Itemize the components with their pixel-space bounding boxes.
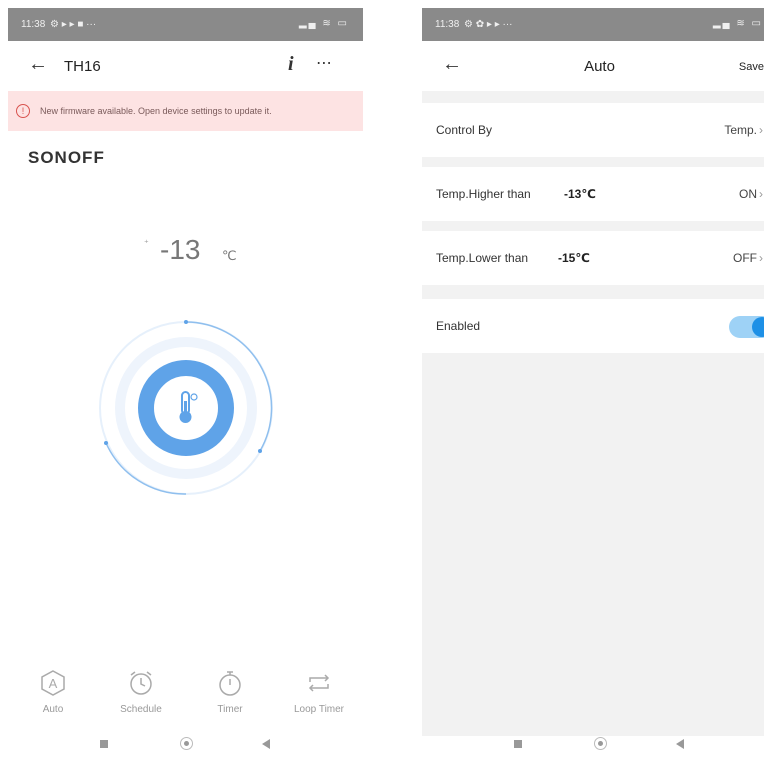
temp-higher-row[interactable]: Temp.Higher than -13℃ ON › xyxy=(422,167,764,221)
app-bar: ← Auto Save xyxy=(422,41,764,91)
chevron-right-icon: › xyxy=(759,251,763,265)
home-icon[interactable] xyxy=(180,737,193,750)
status-bar: 11:38 ⚙ ▸ ▸ ■ ··· ▂▄ ≋ ▭ xyxy=(8,8,363,41)
toggle-knob xyxy=(752,317,764,337)
thermometer-small-icon: ⁺ xyxy=(144,238,149,248)
status-bar: 11:38 ⚙ ✿ ▸ ▸ ··· ▂▄ ≋ ▭ xyxy=(422,8,764,41)
signal-wifi-battery-icons: ▂▄ ≋ ▭ xyxy=(712,18,763,29)
row-label: Temp.Lower than xyxy=(436,251,529,265)
more-options-icon[interactable]: ⋯ xyxy=(316,53,333,73)
status-time: 11:38 xyxy=(435,19,460,30)
device-title: TH16 xyxy=(64,58,101,75)
back-arrow-icon[interactable]: ← xyxy=(28,53,48,76)
bottom-tab-bar: A Auto Schedule Timer Loop Timer xyxy=(8,668,363,738)
row-label: Temp.Higher than xyxy=(436,187,531,201)
save-button[interactable]: Save xyxy=(739,61,764,73)
loop-icon xyxy=(308,674,330,692)
device-screen: 11:38 ⚙ ▸ ▸ ■ ··· ▂▄ ≋ ▭ ← TH16 i ⋯ ! Ne… xyxy=(8,8,363,752)
recents-icon[interactable] xyxy=(514,740,522,748)
banner-text: New firmware available. Open device sett… xyxy=(40,106,272,116)
tab-label: Schedule xyxy=(120,704,162,715)
system-nav-bar xyxy=(422,736,764,752)
page-title: Auto xyxy=(584,58,615,75)
tab-timer[interactable]: Timer xyxy=(195,668,265,715)
tab-label: Loop Timer xyxy=(293,704,345,715)
row-value: -15℃ xyxy=(558,251,590,265)
status-time: 11:38 xyxy=(21,19,46,30)
tab-loop-timer[interactable]: Loop Timer xyxy=(284,668,354,715)
firmware-banner[interactable]: ! New firmware available. Open device se… xyxy=(8,91,363,131)
row-label: Enabled xyxy=(436,319,481,333)
chevron-right-icon: › xyxy=(759,123,763,137)
enabled-row: Enabled xyxy=(422,299,764,353)
tab-schedule[interactable]: Schedule xyxy=(106,668,176,715)
brand-logo: SONOFF xyxy=(28,148,105,167)
info-icon[interactable]: i xyxy=(288,53,294,76)
stopwatch-icon xyxy=(219,671,241,696)
enabled-toggle[interactable] xyxy=(729,316,764,338)
tab-auto[interactable]: A Auto xyxy=(18,668,88,715)
temperature-value: -13 xyxy=(160,234,201,265)
status-icons: ⚙ ▸ ▸ ■ ··· xyxy=(50,19,97,30)
row-right: ON › xyxy=(739,187,763,201)
auto-icon: A xyxy=(41,670,65,696)
svg-text:A: A xyxy=(49,676,58,691)
row-right: Temp. › xyxy=(724,123,763,137)
temperature-dial[interactable] xyxy=(96,318,276,498)
signal-wifi-battery-icons: ▂▄ ≋ ▭ xyxy=(298,18,349,29)
auto-settings-screen: 11:38 ⚙ ✿ ▸ ▸ ··· ▂▄ ≋ ▭ ← Auto Save Con… xyxy=(422,8,764,752)
row-label: Control By xyxy=(436,123,493,137)
recents-icon[interactable] xyxy=(100,740,108,748)
status-icons: ⚙ ✿ ▸ ▸ ··· xyxy=(464,19,513,30)
back-icon[interactable] xyxy=(262,739,270,749)
tab-label: Auto xyxy=(42,704,64,715)
alarm-clock-icon xyxy=(130,671,152,695)
warning-icon: ! xyxy=(16,104,30,118)
temperature-unit: ℃ xyxy=(222,248,237,263)
tab-label: Timer xyxy=(217,704,243,715)
row-right: OFF › xyxy=(733,251,763,265)
temp-lower-row[interactable]: Temp.Lower than -15℃ OFF › xyxy=(422,231,764,285)
back-icon[interactable] xyxy=(676,739,684,749)
row-value: -13℃ xyxy=(564,187,596,201)
control-by-row[interactable]: Control By Temp. › xyxy=(422,103,764,157)
home-icon[interactable] xyxy=(594,737,607,750)
chevron-right-icon: › xyxy=(759,187,763,201)
system-nav-bar xyxy=(8,736,363,752)
app-bar: ← TH16 i ⋯ xyxy=(8,41,363,91)
